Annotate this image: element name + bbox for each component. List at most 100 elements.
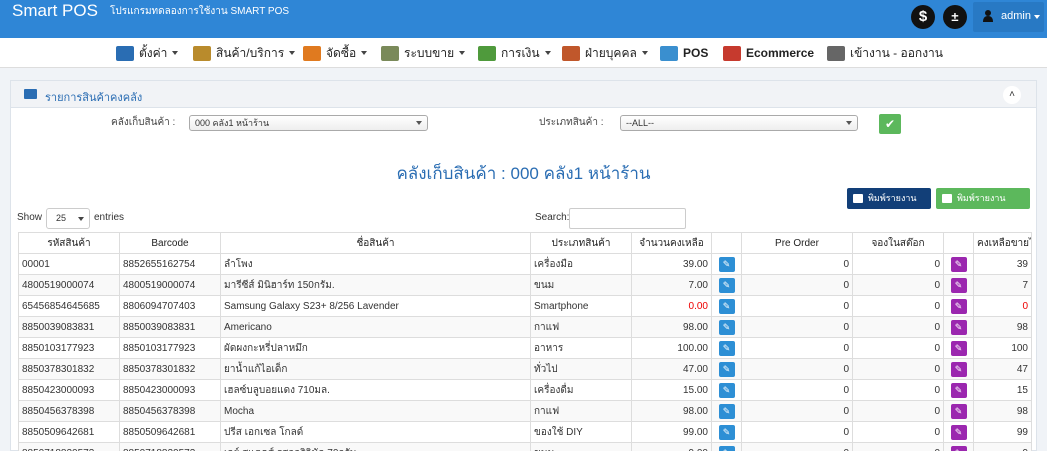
edit-quantity-button[interactable]: ✎: [718, 277, 735, 293]
product-code: 8850718820573: [18, 442, 120, 451]
print-pdf-button[interactable]: พิมพ์รายงาน PDF: [847, 188, 931, 224]
column-header[interactable]: คงเหลือขายได้: [973, 232, 1032, 254]
edit-quantity-button[interactable]: ✎: [718, 319, 735, 335]
edit-quantity-button[interactable]: ✎: [718, 361, 735, 377]
available: 99: [973, 421, 1032, 443]
table-row: 4800519000074 4800519000074 มารีซีส์ มินิฮ…: [18, 274, 1032, 296]
menu-item-5[interactable]: ฝ่ายบุคคล: [562, 43, 648, 63]
edit-reserve-button[interactable]: ✎: [950, 361, 967, 377]
table-header-row: รหัสสินค้า Barcode ชื่อสินค้า ประเภทสินค้าจ…: [18, 232, 1032, 254]
dollar-icon[interactable]: $: [911, 5, 935, 29]
barcode: 8850423000093: [119, 379, 221, 401]
user-icon: [983, 10, 993, 22]
reserved: 0: [852, 421, 944, 443]
settings-box-icon: [116, 45, 134, 61]
product-name: Americano: [220, 316, 531, 338]
edit-quantity-button-cell: ✎: [711, 337, 742, 359]
pre-order: 0: [741, 253, 853, 275]
product-type-select[interactable]: --ALL--: [620, 115, 858, 131]
edit-reserve-button[interactable]: ✎: [950, 382, 967, 398]
column-header[interactable]: Pre Order: [741, 232, 853, 254]
available: 98: [973, 400, 1032, 422]
edit-quantity-button[interactable]: ✎: [718, 298, 735, 314]
product-type: กาแฟ: [530, 316, 632, 338]
chevron-down-icon: [78, 217, 84, 221]
print-excel-button[interactable]: พิมพ์รายงาน EXCEL: [936, 188, 1030, 224]
menu-item-0[interactable]: ตั้งค่า: [116, 43, 179, 63]
collapse-icon[interactable]: ˄: [1003, 86, 1021, 104]
submit-button[interactable]: ✔: [879, 114, 901, 134]
menu-item-2[interactable]: จัดซื้อ: [303, 43, 368, 63]
edit-reserve-button[interactable]: ✎: [950, 298, 967, 314]
edit-quantity-button[interactable]: ✎: [718, 445, 735, 451]
pre-order: 0: [741, 358, 853, 380]
column-header: [711, 232, 742, 254]
menu-item-1[interactable]: สินค้า/บริการ: [193, 43, 296, 63]
menu-item-4[interactable]: การเงิน: [478, 43, 551, 63]
table-row: 8850039083831 8850039083831 Americano กาแฟ 9…: [18, 316, 1032, 338]
reserved: 0: [852, 295, 944, 317]
edit-reserve-button[interactable]: ✎: [950, 256, 967, 272]
menu-item-7[interactable]: Ecommerce: [723, 43, 814, 63]
column-header[interactable]: Barcode: [119, 232, 221, 254]
reserved: 0: [852, 316, 944, 338]
column-header[interactable]: รหัสสินค้า: [18, 232, 120, 254]
table-row: 8850103177923 8850103177923 ผัดผงกะหรี่ปลา…: [18, 337, 1032, 359]
menu-item-label: ระบบขาย: [404, 45, 455, 60]
search-label: Search:: [535, 212, 570, 223]
product-name: ปรีส เอกเซล โกลด์: [220, 421, 531, 443]
edit-reserve-button-cell: ✎: [943, 316, 974, 338]
table-row: 8850456378398 8850456378398 Mocha กาแฟ 98.00…: [18, 400, 1032, 422]
quantity: 100.00: [631, 337, 712, 359]
user-name: admin: [1001, 10, 1031, 22]
product-name: ยาน้ำแก้ไอเด็ก: [220, 358, 531, 380]
edit-quantity-button-cell: ✎: [711, 316, 742, 338]
table-row: 8850509642681 8850509642681 ปรีส เอกเซล โก…: [18, 421, 1032, 443]
edit-quantity-button[interactable]: ✎: [718, 382, 735, 398]
user-menu-button[interactable]: admin: [973, 2, 1044, 32]
barcode: 8852655162754: [119, 253, 221, 275]
column-header[interactable]: ประเภทสินค้า: [530, 232, 632, 254]
edit-reserve-button-cell: ✎: [943, 274, 974, 296]
warehouse-select[interactable]: 000 คลัง1 หน้าร้าน: [189, 115, 428, 131]
chevron-down-icon: [459, 51, 466, 55]
barcode: 8850718820573: [119, 442, 221, 451]
edit-reserve-button[interactable]: ✎: [950, 277, 967, 293]
page-size-select[interactable]: 25: [46, 208, 90, 229]
column-header[interactable]: จำนวนคงเหลือ: [631, 232, 712, 254]
menu-item-label: ตั้งค่า: [139, 45, 168, 60]
edit-reserve-button[interactable]: ✎: [950, 403, 967, 419]
product-type: เครื่องมือ: [530, 253, 632, 275]
menu-item-3[interactable]: ระบบขาย: [381, 43, 466, 63]
edit-quantity-button-cell: ✎: [711, 442, 742, 451]
edit-quantity-button[interactable]: ✎: [718, 256, 735, 272]
edit-reserve-button[interactable]: ✎: [950, 424, 967, 440]
folder-open-icon: [24, 89, 37, 99]
calculator-icon[interactable]: ±: [943, 5, 967, 29]
menu-item-6[interactable]: POS: [660, 43, 708, 63]
edit-reserve-button[interactable]: ✎: [950, 319, 967, 335]
column-header[interactable]: จองในสต๊อก: [852, 232, 944, 254]
edit-quantity-button[interactable]: ✎: [718, 403, 735, 419]
edit-quantity-button[interactable]: ✎: [718, 424, 735, 440]
edit-quantity-button-cell: ✎: [711, 253, 742, 275]
menu-item-label: จัดซื้อ: [326, 45, 357, 60]
product-code: 4800519000074: [18, 274, 120, 296]
available: 98: [973, 316, 1032, 338]
available: 7: [973, 274, 1032, 296]
edit-quantity-button[interactable]: ✎: [718, 340, 735, 356]
product-type: ขนม: [530, 442, 632, 451]
menu-item-8[interactable]: เข้างาน - ออกงาน: [827, 43, 943, 63]
barcode: 8850039083831: [119, 316, 221, 338]
menu-item-label: Ecommerce: [746, 46, 815, 60]
edit-reserve-button[interactable]: ✎: [950, 340, 967, 356]
quantity: 98.00: [631, 400, 712, 422]
chevron-down-icon: [1034, 15, 1040, 19]
search-input[interactable]: [569, 208, 686, 229]
time-clock-icon: [827, 45, 845, 61]
pre-order: 0: [741, 442, 853, 451]
column-header[interactable]: ชื่อสินค้า: [220, 232, 531, 254]
edit-reserve-button[interactable]: ✎: [950, 445, 967, 451]
pre-order: 0: [741, 337, 853, 359]
brand-title[interactable]: Smart POS: [12, 1, 98, 21]
